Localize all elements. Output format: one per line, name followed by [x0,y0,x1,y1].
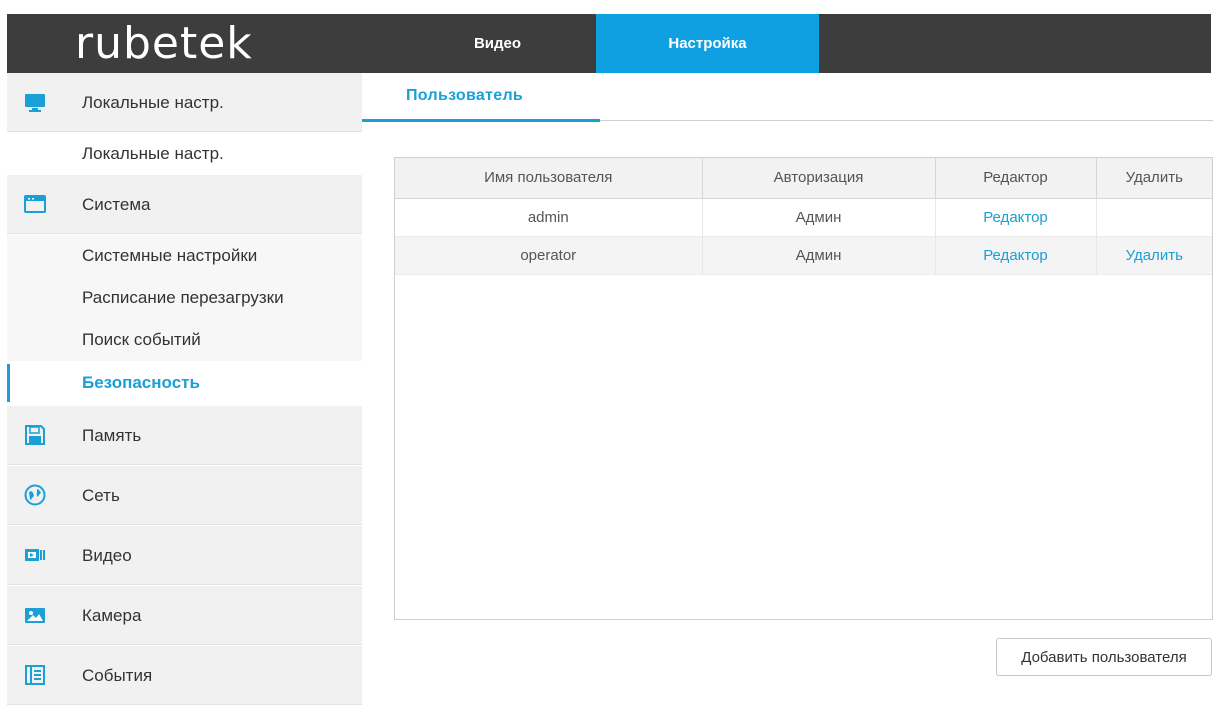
sidebar-group-network[interactable]: Сеть [7,466,362,525]
column-header-authorization: Авторизация [702,158,936,199]
tab-active-underline [362,119,600,122]
globe-icon [24,484,46,506]
delete-link[interactable]: Удалить [1096,236,1212,275]
window-icon [24,195,46,213]
edit-link[interactable]: Редактор [935,198,1097,237]
sidebar-item-label: Расписание перезагрузки [82,288,284,307]
column-header-delete: Удалить [1096,158,1212,199]
sidebar-item-label: Поиск событий [82,330,201,349]
tab-user[interactable]: Пользователь [362,73,600,123]
video-icon [25,549,45,561]
column-header-edit: Редактор [935,158,1097,199]
sidebar-group-label: Видео [82,546,132,565]
column-header-username: Имя пользователя [395,158,703,199]
image-icon [25,608,45,623]
cell-authorization: Админ [702,198,936,237]
sidebar-group-system[interactable]: Система [7,175,362,234]
edit-link[interactable]: Редактор [935,236,1097,275]
tab-video[interactable]: Видео [401,14,594,73]
sidebar-group-label: Сеть [82,486,120,505]
cell-username: admin [395,198,703,237]
main-content: Пользователь Имя пользователя Авторизаци… [362,73,1218,716]
sidebar-group-label: Камера [82,606,142,625]
sidebar-group-camera[interactable]: Камера [7,586,362,645]
sidebar-item-label: Системные настройки [82,246,258,265]
cell-username: operator [395,236,703,275]
tab-divider [600,120,1213,121]
table-row: admin Админ Редактор [395,198,1212,237]
floppy-icon [25,425,45,445]
add-user-button[interactable]: Добавить пользователя [996,638,1212,676]
sidebar-group-events[interactable]: События [7,646,362,705]
sidebar-item-system-settings[interactable]: Системные настройки [7,235,362,277]
sidebar-group-memory[interactable]: Память [7,406,362,465]
sidebar-item-event-search[interactable]: Поиск событий [7,319,362,361]
sidebar-item-security[interactable]: Безопасность [7,362,362,404]
list-icon [25,665,45,685]
sidebar-group-label: События [82,666,153,685]
table-row: operator Админ Редактор Удалить [395,236,1212,275]
users-table: Имя пользователя Авторизация Редактор Уд… [395,158,1212,275]
users-table-container: Имя пользователя Авторизация Редактор Уд… [394,157,1213,620]
active-indicator [7,364,10,402]
monitor-icon [25,94,45,112]
table-header-row: Имя пользователя Авторизация Редактор Уд… [395,158,1212,199]
sidebar-group-video[interactable]: Видео [7,526,362,585]
sidebar: Локальные настр. Локальные настр. Систем… [7,73,362,716]
sidebar-item-label: Безопасность [82,373,200,392]
cell-delete [1096,198,1212,237]
sidebar-group-label: Память [82,426,142,445]
tab-user-label: Пользователь [406,87,524,104]
sidebar-group-label: Локальные настр. [82,93,224,112]
sidebar-item-label: Локальные настр. [82,144,224,163]
sidebar-group-local[interactable]: Локальные настр. [7,73,362,132]
tab-settings[interactable]: Настройка [596,14,819,73]
sidebar-group-label: Система [82,195,151,214]
top-bar: rubetek Видео Настройка [7,14,1211,73]
cell-authorization: Админ [702,236,936,275]
sidebar-item-local-settings[interactable]: Локальные настр. [7,133,362,175]
logo: rubetek [75,18,253,69]
sidebar-item-reboot-schedule[interactable]: Расписание перезагрузки [7,277,362,319]
